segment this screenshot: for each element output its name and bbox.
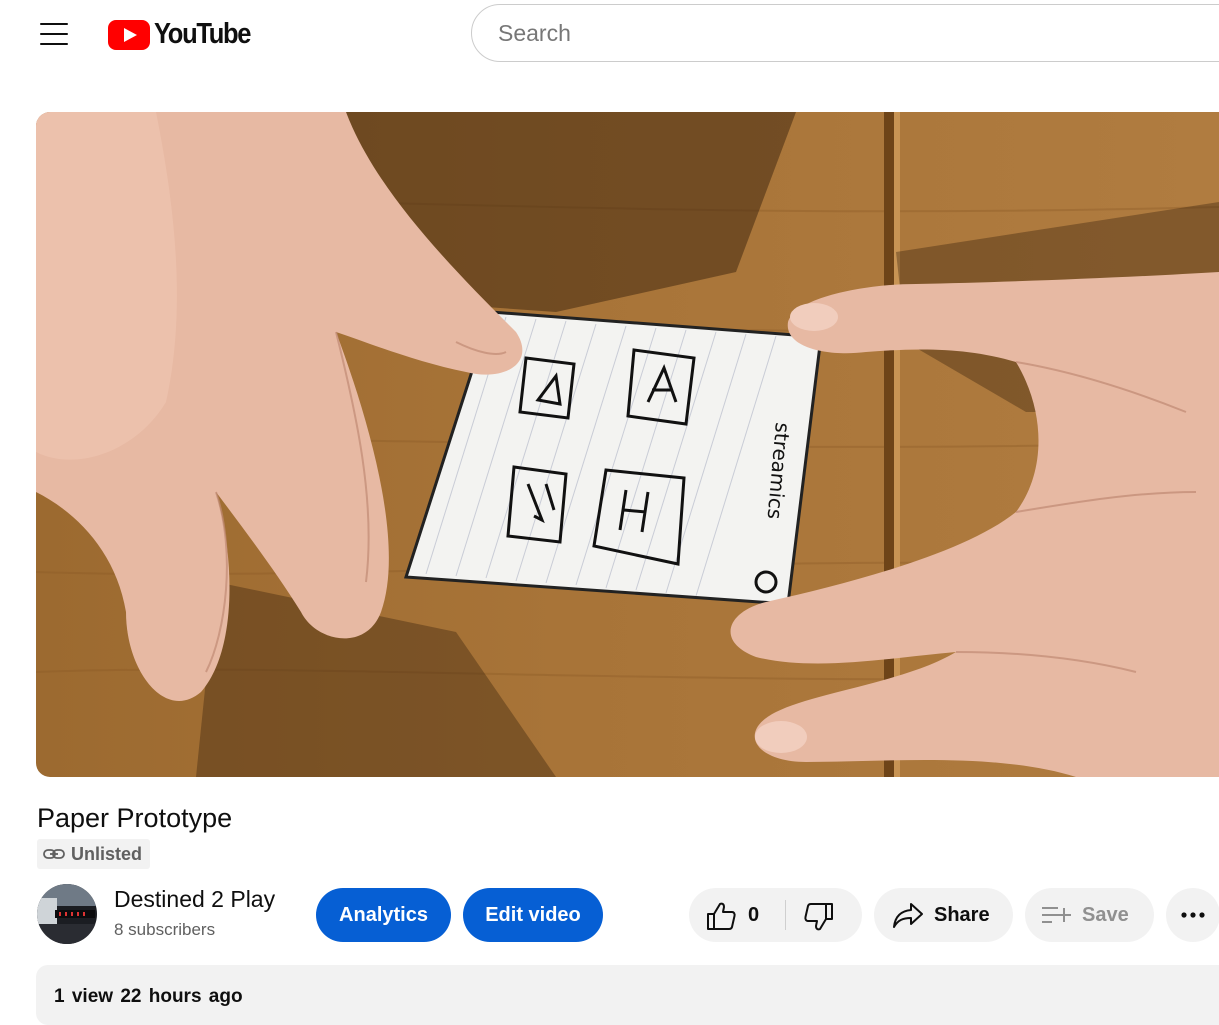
like-count: 0 (748, 904, 760, 926)
like-button[interactable]: 0 (689, 888, 785, 942)
visibility-badge: Unlisted (37, 839, 151, 869)
link-icon (43, 849, 65, 859)
search-box[interactable] (471, 4, 1219, 62)
avatar-image (37, 884, 97, 944)
share-icon (893, 903, 923, 928)
visibility-label: Unlisted (71, 843, 143, 864)
subscriber-count: 8 subscribers (114, 920, 216, 939)
channel-name[interactable]: Destined 2 Play (114, 886, 275, 913)
youtube-play-icon (108, 19, 150, 50)
analytics-button[interactable]: Analytics (316, 888, 451, 942)
logo-text: YouTube (154, 18, 251, 50)
hamburger-menu-icon (40, 23, 68, 45)
search-input[interactable] (496, 19, 1200, 48)
share-label: Share (934, 904, 990, 926)
like-dislike-group: 0 (689, 888, 862, 942)
dislike-button[interactable] (786, 888, 862, 942)
channel-avatar[interactable] (37, 884, 97, 944)
video-title: Paper Prototype (37, 803, 233, 833)
more-actions-button[interactable] (1166, 888, 1219, 942)
guide-menu-button[interactable] (30, 14, 78, 54)
video-player[interactable]: streamics (36, 112, 1219, 777)
edit-video-button[interactable]: Edit video (463, 888, 603, 942)
thumbs-down-icon (804, 903, 833, 931)
more-horizontal-icon (1181, 912, 1205, 918)
masthead: YouTube (0, 0, 1219, 68)
save-button[interactable]: Save (1025, 888, 1154, 942)
view-count-and-date: 1 view 22 hours ago (54, 986, 243, 1007)
playlist-add-icon (1042, 907, 1071, 923)
description-box[interactable]: 1 view 22 hours ago (36, 965, 1219, 1025)
youtube-logo[interactable]: YouTube (108, 18, 263, 51)
save-label: Save (1082, 904, 1129, 926)
video-frame: streamics (36, 112, 1219, 777)
share-button[interactable]: Share (874, 888, 1013, 942)
thumbs-up-icon (707, 902, 736, 930)
